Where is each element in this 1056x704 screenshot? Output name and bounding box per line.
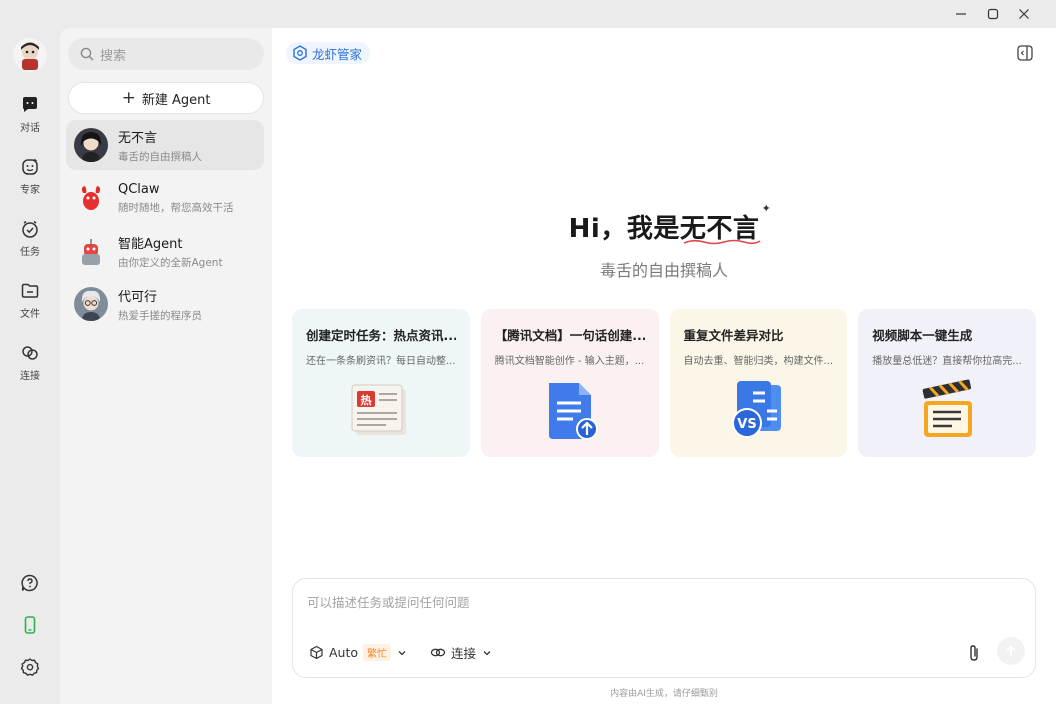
link-icon [430,648,446,657]
agent-avatar [74,128,108,162]
plus-icon: + [121,87,136,108]
wavy-underline-icon [683,239,761,245]
brand-tag-label: 龙虾管家 [312,46,363,62]
rail-item-label: 任务 [20,247,40,258]
rail-item-label: 对话 [20,123,40,134]
new-agent-label: 新建 Agent [141,92,211,108]
connect-select[interactable]: 连接 [430,643,497,662]
agent-name: 代可行 [118,289,158,305]
agent-item-daikexing[interactable]: 代可行 热爱手搓的程序员 [66,279,264,329]
rail-item-label: 连接 [20,371,40,382]
svg-text:VS: VS [738,417,757,432]
task-check-icon [19,218,41,240]
model-select[interactable]: Auto 繁忙 [309,644,412,661]
card-title: 视频脚本一键生成 [872,328,973,343]
card-desc: 还在一条条刷资讯？每日自动整... [306,356,456,367]
folder-icon [19,280,41,302]
cube-icon [310,645,323,660]
agent-sidebar: 搜索 + 新建 Agent 无不言 毒舌的自由撰稿人 QClaw 随时随地，帮您… [60,28,272,704]
agent-desc: 由你定义的全新Agent [118,256,223,269]
agent-desc: 毒舌的自由撰稿人 [118,150,202,163]
file-compare-icon: VS [732,381,782,438]
agent-item-wubuyan[interactable]: 无不言 毒舌的自由撰稿人 [66,120,264,170]
maximize-icon[interactable] [979,2,1007,26]
rail-item-chat[interactable]: 对话 [0,94,60,142]
help-icon [19,572,41,594]
message-composer[interactable]: 可以描述任务或提问任何问题 Auto 繁忙 连接 [292,578,1036,678]
suggestion-card-video-script[interactable]: 视频脚本一键生成 播放量总低迷？直接帮你拉高完... [858,309,1036,457]
agent-desc: 热爱手搓的程序员 [118,309,202,322]
agent-item-smart-agent[interactable]: 智能Agent 由你定义的全新Agent [66,226,264,276]
minimize-icon[interactable] [947,2,975,26]
agent-avatar [74,287,108,321]
card-desc: 播放量总低迷？直接帮你拉高完... [872,356,1022,367]
rail-item-task[interactable]: 任务 [0,218,60,266]
suggestion-card-tencent-docs[interactable]: 【腾讯文档】一句话创建... 腾讯文档智能创作 - 输入主题，... [480,309,659,457]
brand-tag[interactable]: 龙虾管家 [286,42,371,64]
hero-prefix: Hi，我是 [568,214,680,244]
agent-avatar [74,181,108,215]
rail-item-connect[interactable]: 连接 [0,342,60,390]
rail-item-expert[interactable]: 专家 [0,156,60,204]
link-icon [19,342,41,364]
connect-label: 连接 [451,646,477,661]
user-avatar[interactable] [13,38,47,72]
hero-agent-name: 无不言 [680,214,761,245]
card-title: 【腾讯文档】一句话创建... [494,328,645,343]
suggestion-cards: 创建定时任务：热点资讯... 还在一条条刷资讯？每日自动整... 热 【腾讯文档… [292,309,1036,457]
search-input[interactable]: 搜索 [68,38,264,70]
chevron-down-icon [483,650,491,655]
svg-text:热: 热 [360,393,371,407]
new-agent-button[interactable]: + 新建 Agent [68,82,264,114]
search-icon [80,47,94,61]
card-desc: 自动去重、智能归类，构建文件... [683,356,834,367]
attach-icon[interactable] [965,643,983,663]
send-button[interactable] [997,637,1025,665]
help-button[interactable] [0,572,60,602]
card-title: 重复文件差异对比 [683,328,784,343]
nav-rail: 对话 专家 任务 文件 连接 [0,28,60,704]
chevron-down-icon [398,650,406,655]
agent-item-qclaw[interactable]: QClaw 随时随地，帮您高效干活 [66,173,264,223]
agent-desc: 随时随地，帮您高效干活 [118,201,234,214]
ai-disclaimer: 内容由AI生成，请仔细甄别 [610,689,718,699]
phone-button[interactable] [0,614,60,644]
expert-face-icon [19,156,41,178]
model-label: Auto [329,645,359,660]
settings-button[interactable] [0,656,60,686]
chat-bubble-icon [19,94,41,116]
rail-item-label: 专家 [20,185,40,196]
lobster-badge-icon [293,45,307,61]
sparkle-icon: ✦ [761,202,772,215]
title-bar [0,0,1056,28]
suggestion-card-file-compare[interactable]: 重复文件差异对比 自动去重、智能归类，构建文件... VS [669,309,848,457]
rail-item-label: 文件 [20,309,40,320]
hero-section: Hi，我是无不言 ✦ 毒舌的自由撰稿人 [272,202,1056,281]
main-panel: 龙虾管家 Hi，我是无不言 ✦ 毒舌的自由撰稿人 创建定时任务：热点资讯... … [272,28,1056,704]
agent-name: 智能Agent [118,236,183,252]
agent-name: 无不言 [118,130,158,146]
composer-placeholder[interactable]: 可以描述任务或提问任何问题 [307,592,470,611]
phone-icon [19,614,41,636]
hot-news-icon: 热 [351,384,406,435]
hero-subtitle: 毒舌的自由撰稿人 [599,261,728,280]
rail-item-files[interactable]: 文件 [0,280,60,328]
card-title: 创建定时任务：热点资讯... [306,328,456,343]
busy-badge: 繁忙 [363,644,392,661]
panel-toggle-icon[interactable] [1016,44,1034,62]
document-create-icon [548,383,598,440]
card-desc: 腾讯文档智能创作 - 输入主题，... [494,356,645,367]
suggestion-card-hot-news[interactable]: 创建定时任务：热点资讯... 还在一条条刷资讯？每日自动整... 热 [292,309,470,457]
clapperboard-icon [922,379,973,437]
settings-icon [19,656,41,678]
agent-avatar [74,234,108,268]
search-placeholder: 搜索 [100,48,127,64]
hero-greeting: Hi，我是无不言 ✦ [568,202,771,245]
composer-tools: Auto 繁忙 连接 [309,643,515,662]
agent-name: QClaw [118,181,160,197]
close-icon[interactable] [1010,2,1038,26]
send-arrow-icon [1006,645,1016,656]
